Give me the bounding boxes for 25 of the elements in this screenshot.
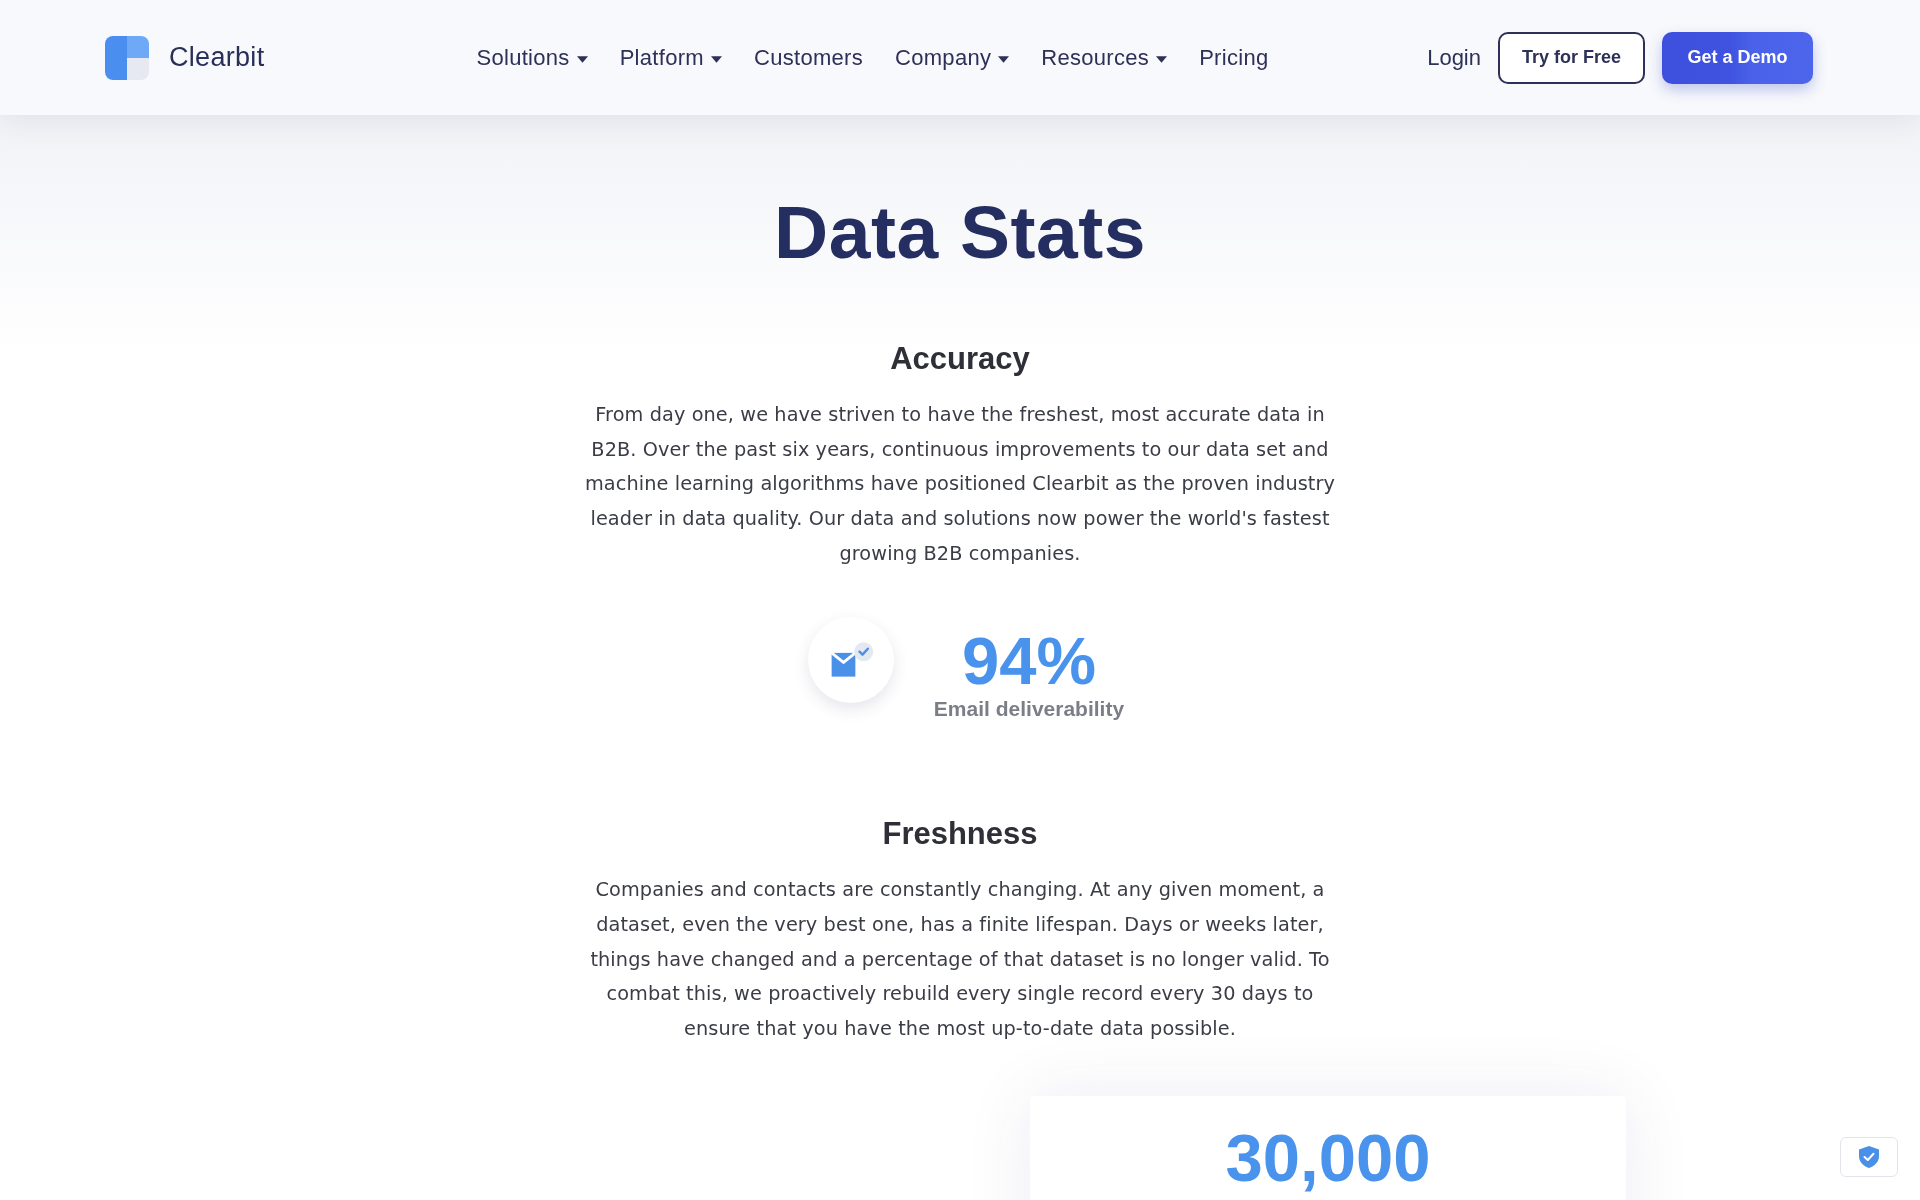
demo-button[interactable]: Get a Demo [1662, 31, 1813, 84]
nav-link[interactable]: Resources [1041, 44, 1168, 71]
caret-icon [1156, 55, 1168, 63]
shield-check-icon [1859, 1146, 1879, 1168]
privacy-button[interactable] [1840, 1137, 1898, 1177]
section-heading: Freshness [882, 815, 1038, 853]
page-title: Data Stats [774, 189, 1146, 276]
caret-icon [998, 55, 1010, 63]
section-text: Companies and contacts are constantly changing. At any given moment, a dataset, even the very best one, has a finite lifespan. Days or weeks later, things have changed and a percentage of that dataset is no longer valid. To combat this, we proactively rebuild every single record every 30 days to ensure that you have the most up-to-date data possible. [589, 877, 1331, 1042]
try-free-button[interactable]: Try for Free [1498, 31, 1645, 84]
nav-link[interactable]: Company [895, 44, 1010, 71]
stat-label: Email deliverability [933, 696, 1125, 722]
nav-link[interactable]: Pricing [1199, 44, 1269, 71]
section-heading: Accuracy [890, 340, 1030, 378]
stat-value: 94% [961, 627, 1097, 695]
section-text: From day one, we have striven to have the freshest, most accurate data in B2B. Over the past six years, continuous improvements to our data set and machine learning algorithms have positioned Clearbit as the proven industry leader in data quality. Our data and solutions now power the world's fastest growing B2B companies. [583, 402, 1337, 567]
caret-icon [576, 55, 588, 63]
nav-link[interactable]: Customers [753, 44, 863, 71]
login-link[interactable]: Login [1427, 44, 1481, 71]
logo-link[interactable]: Clearbit [105, 35, 265, 80]
caret-icon [710, 55, 722, 63]
logo-icon [105, 35, 149, 80]
stat-value: 30,000 [1225, 1124, 1431, 1192]
nav-link[interactable]: Platform [619, 44, 722, 71]
nav-link[interactable]: Solutions [476, 44, 588, 71]
